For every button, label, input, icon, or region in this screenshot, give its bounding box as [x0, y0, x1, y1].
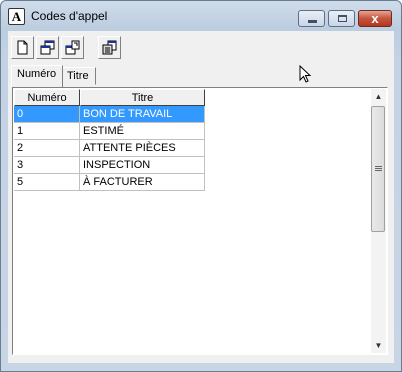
tab-strip: Numéro Titre: [8, 65, 394, 87]
scroll-thumb[interactable]: [371, 106, 385, 232]
cell-titre[interactable]: À FACTURER: [80, 174, 205, 191]
cell-numero[interactable]: 0: [14, 106, 80, 123]
window-title: Codes d'appel: [31, 9, 108, 23]
copy-windows-icon: [40, 40, 55, 55]
scroll-up-icon[interactable]: ▲: [371, 89, 386, 104]
cell-numero[interactable]: 2: [14, 140, 80, 157]
cell-titre[interactable]: INSPECTION: [80, 157, 205, 174]
toolbar: [8, 31, 394, 65]
cell-titre[interactable]: ATTENTE PIÈCES: [80, 140, 205, 157]
tab-titre[interactable]: Titre: [61, 67, 96, 85]
tab-numero[interactable]: Numéro: [11, 65, 64, 87]
new-button[interactable]: [11, 36, 34, 59]
close-icon: x: [371, 11, 379, 26]
column-header-titre[interactable]: Titre: [80, 89, 205, 106]
export-icon: [65, 40, 80, 55]
title-bar[interactable]: A Codes d'appel x: [1, 1, 401, 31]
minimize-icon: [308, 20, 317, 23]
close-button[interactable]: x: [358, 10, 392, 27]
copy-button[interactable]: [36, 36, 59, 59]
maximize-icon: [338, 15, 347, 22]
cell-numero[interactable]: 3: [14, 157, 80, 174]
cell-numero[interactable]: 5: [14, 174, 80, 191]
properties-button[interactable]: [98, 36, 121, 59]
cell-titre[interactable]: ESTIMÉ: [80, 123, 205, 140]
mouse-pointer-icon: [299, 65, 312, 83]
maximize-button[interactable]: [328, 10, 355, 27]
scroll-down-icon[interactable]: ▼: [371, 338, 386, 353]
window: A Codes d'appel x Numéro Titre Numéro Ti…: [0, 0, 402, 372]
cell-numero[interactable]: 1: [14, 123, 80, 140]
client-area: Numéro Titre Numéro Titre 0 BON DE TRAVA…: [8, 31, 394, 363]
minimize-button[interactable]: [298, 10, 325, 27]
column-header-numero[interactable]: Numéro: [14, 89, 80, 106]
cell-titre[interactable]: BON DE TRAVAIL: [80, 106, 205, 123]
grip-line: [375, 168, 382, 169]
app-icon: A: [8, 8, 25, 25]
export-button[interactable]: [61, 36, 84, 59]
grip-line: [375, 170, 382, 171]
vertical-scrollbar[interactable]: ▲ ▼: [371, 89, 386, 353]
new-document-icon: [17, 40, 28, 55]
grip-line: [375, 166, 382, 167]
properties-icon: [102, 40, 117, 55]
grid-panel: Numéro Titre 0 BON DE TRAVAIL 1 ESTIMÉ 2…: [12, 87, 388, 355]
